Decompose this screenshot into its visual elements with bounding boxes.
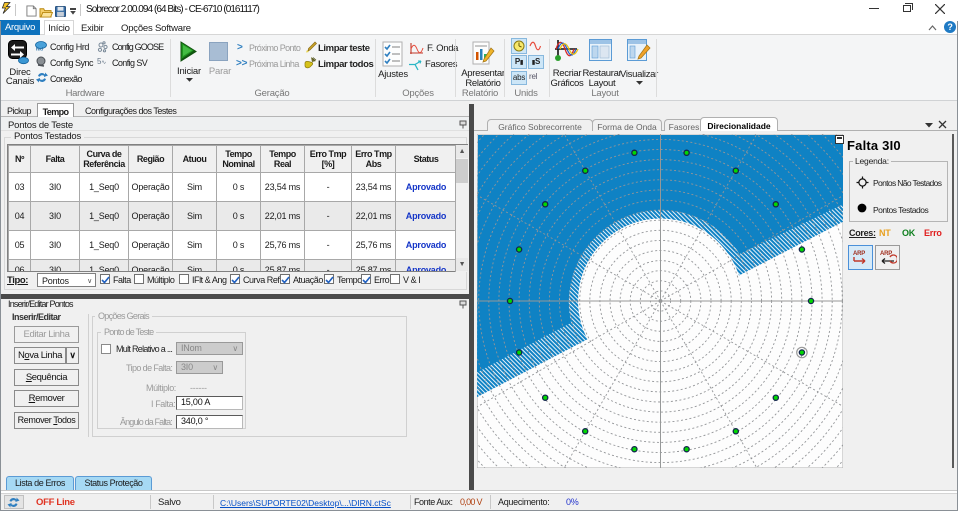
svg-text:ARP: ARP [853, 251, 865, 257]
svg-text:hrd: hrd [36, 47, 43, 52]
